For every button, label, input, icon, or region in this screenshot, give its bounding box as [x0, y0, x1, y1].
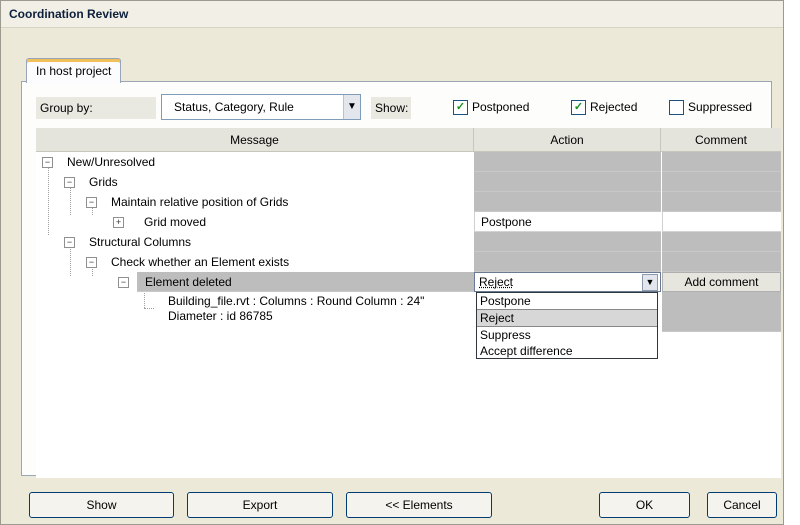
filter-suppressed-checkbox[interactable]: Suppressed [669, 97, 752, 117]
coordination-review-dialog: Coordination Review In host project Grou… [0, 0, 784, 525]
tree-row-label: Check whether an Element exists [111, 255, 290, 269]
tree-row-label: Grid moved [144, 215, 207, 229]
filter-rejected-checkbox[interactable]: ✓ Rejected [571, 97, 637, 117]
tree-row-label: Grids [89, 175, 118, 189]
comment-cell [662, 152, 781, 172]
filter-postponed-label: Postponed [472, 100, 530, 114]
comment-cell[interactable] [662, 212, 781, 232]
group-by-label: Group by: [36, 97, 156, 119]
tree-row-label: Element deleted [137, 272, 474, 292]
comment-cell [662, 172, 781, 192]
comment-cell [662, 292, 781, 332]
tree-row-label: Structural Columns [89, 235, 192, 249]
dropdown-option-suppress[interactable]: Suppress [477, 327, 657, 343]
action-cell [474, 192, 661, 212]
cancel-button[interactable]: Cancel [707, 492, 777, 518]
tab-in-host-project[interactable]: In host project [26, 58, 122, 83]
action-cell[interactable]: Postpone [474, 212, 661, 232]
collapse-icon[interactable]: − [64, 177, 75, 188]
comment-cell [662, 232, 781, 252]
group-by-select[interactable]: Status, Category, Rule ▼ [161, 94, 361, 120]
chevron-down-icon[interactable]: ▼ [343, 95, 360, 119]
review-grid: Message Action Comment − New/Unresolved … [36, 128, 781, 478]
filter-rejected-label: Rejected [590, 100, 638, 114]
title-bar: Coordination Review [1, 1, 783, 28]
ok-button[interactable]: OK [599, 492, 690, 518]
collapse-icon[interactable]: − [64, 237, 75, 248]
tree-row[interactable]: − Grids [36, 172, 781, 192]
action-cell [474, 152, 661, 172]
collapse-icon[interactable]: − [86, 197, 97, 208]
action-cell [474, 252, 661, 272]
check-icon: ✓ [453, 99, 468, 115]
tree-row[interactable]: Building_file.rvt : Columns : Round Colu… [36, 292, 781, 332]
action-select[interactable]: Reject ▼ [474, 272, 661, 292]
tree-row[interactable]: − New/Unresolved [36, 152, 781, 172]
dropdown-option-postpone[interactable]: Postpone [477, 293, 657, 309]
tree-row-label-line2: Diameter : id 86785 [168, 309, 273, 323]
action-dropdown-list: Postpone Reject Suppress Accept differen… [476, 292, 658, 359]
filter-postponed-checkbox[interactable]: ✓ Postponed [453, 97, 529, 117]
tree-row[interactable]: + Grid moved Postpone [36, 212, 781, 232]
comment-cell [662, 192, 781, 212]
column-header-comment[interactable]: Comment [661, 128, 781, 152]
dropdown-option-accept-difference[interactable]: Accept difference [477, 343, 657, 359]
tree-row[interactable]: − Structural Columns [36, 232, 781, 252]
comment-cell [662, 252, 781, 272]
add-comment-button[interactable]: Add comment [662, 272, 781, 292]
tree-row[interactable]: − Maintain relative position of Grids [36, 192, 781, 212]
elements-button[interactable]: << Elements [346, 492, 492, 518]
tree-row-selected[interactable]: − Element deleted Reject ▼ Add comment [36, 272, 781, 292]
expand-icon[interactable]: + [113, 217, 124, 228]
tree-row-label: New/Unresolved [67, 155, 156, 169]
show-label: Show: [371, 97, 411, 119]
show-button[interactable]: Show [29, 492, 174, 518]
collapse-icon[interactable]: − [118, 277, 129, 288]
check-icon: ✓ [571, 99, 586, 115]
tree-row-label: Maintain relative position of Grids [111, 195, 289, 209]
dropdown-option-reject[interactable]: Reject [477, 309, 657, 327]
window-title: Coordination Review [9, 7, 129, 21]
group-by-value: Status, Category, Rule [174, 100, 294, 114]
collapse-icon[interactable]: − [86, 257, 97, 268]
action-cell [474, 172, 661, 192]
column-header-action[interactable]: Action [474, 128, 661, 152]
action-select-value: Reject [479, 275, 514, 289]
tree-row[interactable]: − Check whether an Element exists [36, 252, 781, 272]
chevron-down-icon[interactable]: ▼ [642, 274, 658, 291]
unchecked-box-icon [669, 99, 684, 115]
action-cell [474, 232, 661, 252]
filter-suppressed-label: Suppressed [688, 100, 753, 114]
column-header-message[interactable]: Message [36, 128, 474, 152]
export-button[interactable]: Export [187, 492, 333, 518]
collapse-icon[interactable]: − [42, 157, 53, 168]
